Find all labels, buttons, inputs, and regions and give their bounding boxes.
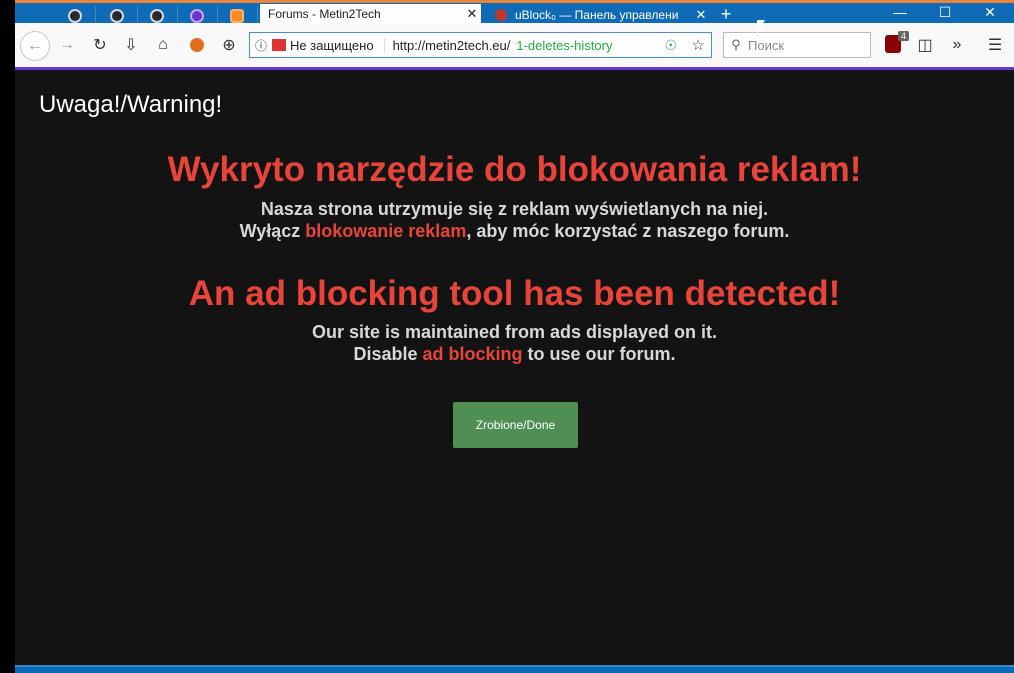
maximize-button[interactable]: ☐ — [922, 3, 968, 23]
done-button[interactable]: Zrobione/Done — [453, 402, 578, 448]
tab-title: uBlock₀ — Панель управлени — [515, 8, 679, 22]
pl-text-block: Nasza strona utrzymuje się z reklam wyśw… — [15, 198, 1014, 242]
en-line2-post: to use our forum. — [522, 344, 676, 364]
download-icon[interactable]: ⇩ — [119, 33, 143, 57]
reload-icon[interactable]: ↻ — [88, 33, 112, 57]
mouse-cursor-icon — [757, 20, 765, 34]
sidebar-icon[interactable]: ◫ — [913, 33, 937, 57]
url-path: 1-deletes-history — [516, 37, 613, 53]
en-line2-pre: Disable — [353, 344, 423, 364]
pl-line2-highlight: blokowanie reklam — [305, 221, 467, 241]
navigation-toolbar: ← → ↻ ⇩ ⌂ ⊕ ⓘ Не защищено http://metin2t… — [15, 23, 1014, 70]
tab-bar: Forums - Metin2Tech ✕ uBlock₀ — Панель у… — [15, 0, 1014, 26]
star-icon[interactable]: ☆ — [692, 36, 705, 54]
info-icon[interactable]: ⓘ — [250, 37, 272, 54]
forward-icon[interactable]: → — [55, 33, 79, 57]
en-line2: Disable ad blocking to use our forum. — [15, 343, 1014, 365]
back-icon[interactable]: ← — [20, 31, 50, 61]
pl-line2-pre: Wyłącz — [239, 221, 306, 241]
overflow-icon[interactable]: » — [945, 33, 969, 57]
extension-icon — [190, 9, 204, 23]
insecure-lock-icon — [272, 39, 286, 51]
pl-line1: Nasza strona utrzymuje się z reklam wyśw… — [260, 199, 769, 219]
plus-circle-icon[interactable]: ⊕ — [217, 33, 241, 57]
new-tab-button[interactable]: + — [715, 5, 737, 23]
pl-line2-post: , aby móc korzystać z naszego forum. — [466, 221, 790, 241]
search-icon: ⚲ — [731, 37, 741, 52]
app-icon — [230, 9, 244, 23]
addon-icon[interactable] — [185, 33, 209, 57]
home-icon[interactable]: ⌂ — [151, 33, 175, 57]
close-icon[interactable]: ✕ — [692, 7, 710, 23]
fingerprint-icon: ☉ — [664, 37, 677, 53]
github-icon — [68, 9, 82, 23]
browser-window: Forums - Metin2Tech ✕ uBlock₀ — Панель у… — [15, 0, 1014, 673]
en-line1: Our site is maintained from ads displaye… — [311, 322, 718, 342]
window-bottom-border — [15, 665, 1014, 667]
pl-title-block: Wykryto narzędzie do blokowania reklam! — [15, 150, 1014, 190]
ublock-badge: 4 — [897, 31, 909, 41]
close-icon[interactable]: ✕ — [463, 6, 481, 22]
pl-line2: Wyłącz blokowanie reklam, aby móc korzys… — [15, 220, 1014, 242]
en-text-block: Our site is maintained from ads displaye… — [15, 321, 1014, 365]
ublock-icon — [495, 9, 507, 21]
minimize-button[interactable]: — — [877, 3, 923, 23]
menu-icon[interactable]: ☰ — [983, 33, 1007, 57]
en-line2-highlight: ad blocking — [422, 344, 523, 364]
window-close-button[interactable]: ✕ — [967, 3, 1013, 23]
en-title-block: An ad blocking tool has been detected! — [15, 274, 1014, 314]
search-box[interactable]: ⚲ Поиск — [723, 32, 871, 58]
pl-title: Wykryto narzędzie do blokowania reklam! — [167, 150, 862, 189]
ublock-button[interactable]: 4 — [885, 31, 909, 53]
security-label: Не защищено — [290, 37, 385, 53]
url-bar[interactable]: ⓘ Не защищено http://metin2tech.eu/ 1-de… — [249, 32, 712, 58]
en-title: An ad blocking tool has been detected! — [188, 274, 841, 313]
github-icon — [110, 9, 124, 23]
page-content: Uwaga!/Warning! Wykryto narzędzie do blo… — [15, 70, 1014, 665]
search-input[interactable]: Поиск — [748, 38, 784, 53]
warning-heading: Uwaga!/Warning! — [39, 91, 223, 118]
github-icon — [150, 9, 164, 23]
tab-title: Forums - Metin2Tech — [268, 7, 381, 21]
url-host: http://metin2tech.eu/ — [392, 37, 511, 53]
